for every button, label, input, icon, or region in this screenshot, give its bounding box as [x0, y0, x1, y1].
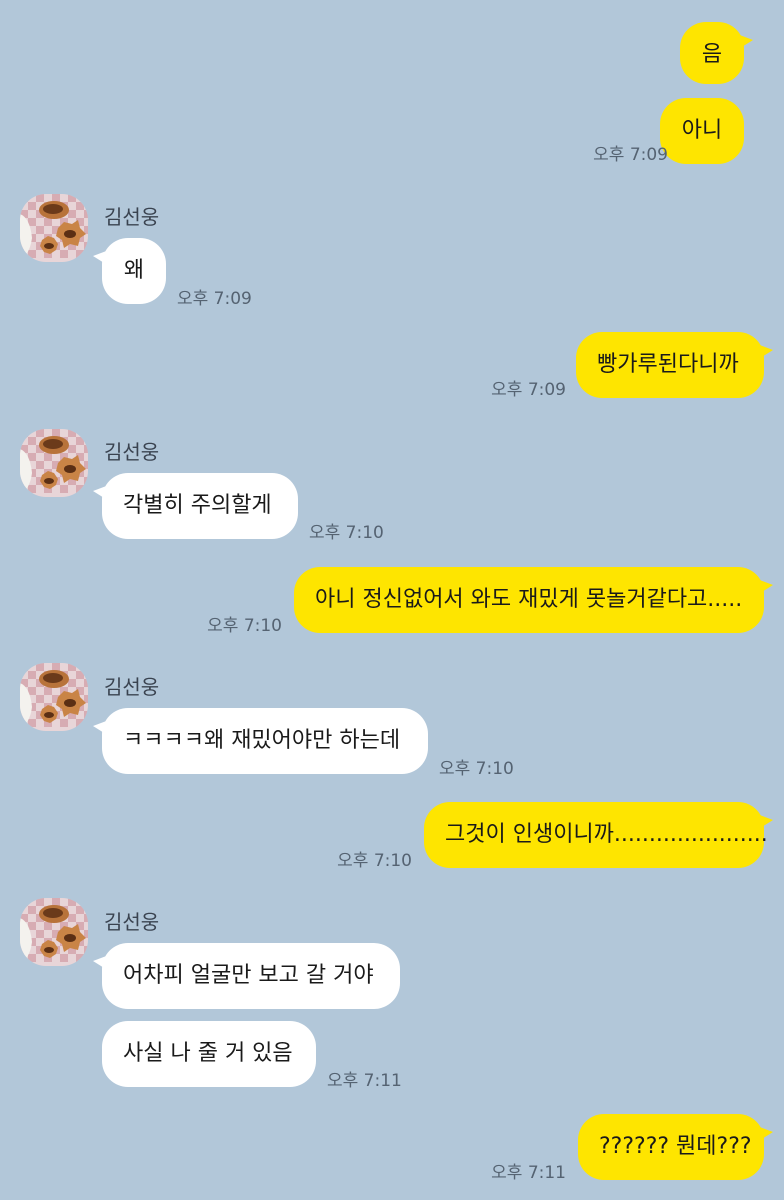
message-timestamp: 오후 7:11	[491, 1163, 566, 1183]
message-timestamp: 오후 7:11	[327, 1071, 402, 1091]
their-message-bubble[interactable]: 사실 나 줄 거 있음	[102, 1021, 316, 1087]
sender-name: 김선웅	[104, 440, 160, 464]
message-timestamp: 오후 7:10	[207, 616, 282, 636]
message-text: 각별히 주의할게	[123, 493, 272, 518]
message-text: ?????? 뭔데???	[599, 1134, 752, 1159]
their-message-bubble[interactable]: 어차피 얼굴만 보고 갈 거야	[93, 943, 400, 1009]
message-timestamp: 오후 7:09	[491, 380, 566, 400]
my-message-bubble[interactable]: 음	[680, 22, 753, 84]
message-text: 사실 나 줄 거 있음	[123, 1041, 293, 1066]
my-message-bubble[interactable]: ?????? 뭔데???	[578, 1114, 773, 1180]
cookie-profile-photo-icon	[20, 898, 88, 966]
message-text: 어차피 얼굴만 보고 갈 거야	[123, 963, 374, 988]
message-text: 왜	[123, 258, 145, 283]
cookie-profile-photo-icon	[20, 194, 88, 262]
sender-avatar[interactable]	[20, 194, 88, 262]
their-message-bubble[interactable]: ㅋㅋㅋㅋ왜 재밌어야만 하는데	[93, 708, 428, 774]
message-text: 아니 정신없어서 와도 재밌게 못놀거같다고.....	[315, 587, 743, 612]
sender-avatar[interactable]	[20, 429, 88, 497]
message-text: 그것이 인생이니까......................	[445, 822, 768, 847]
message-text: 음	[701, 42, 723, 67]
my-message-bubble[interactable]: 그것이 인생이니까......................	[424, 802, 773, 868]
sender-avatar[interactable]	[20, 898, 88, 966]
message-timestamp: 오후 7:10	[439, 759, 514, 779]
cookie-profile-photo-icon	[20, 429, 88, 497]
their-message-bubble[interactable]: 왜	[93, 238, 166, 304]
message-text: 아니	[681, 118, 723, 143]
sender-name: 김선웅	[104, 205, 160, 229]
sender-avatar[interactable]	[20, 663, 88, 731]
message-timestamp: 오후 7:10	[309, 523, 384, 543]
my-message-bubble[interactable]: 아니	[660, 98, 744, 164]
message-timestamp: 오후 7:09	[177, 289, 252, 309]
sender-name: 김선웅	[104, 675, 160, 699]
their-message-bubble[interactable]: 각별히 주의할게	[93, 473, 298, 539]
my-message-bubble[interactable]: 빵가루된다니까	[576, 332, 773, 398]
cookie-profile-photo-icon	[20, 663, 88, 731]
message-text: 빵가루된다니까	[597, 352, 739, 377]
message-timestamp: 오후 7:10	[337, 851, 412, 871]
chat-room: 음 아니 오후 7:09 김선웅 왜 오후 7:09 빵가루된다니까 오후 7:…	[0, 0, 784, 1200]
message-text: ㅋㅋㅋㅋ왜 재밌어야만 하는데	[123, 728, 401, 753]
sender-name: 김선웅	[104, 910, 160, 934]
my-message-bubble[interactable]: 아니 정신없어서 와도 재밌게 못놀거같다고.....	[294, 567, 773, 633]
message-timestamp: 오후 7:09	[593, 145, 668, 165]
